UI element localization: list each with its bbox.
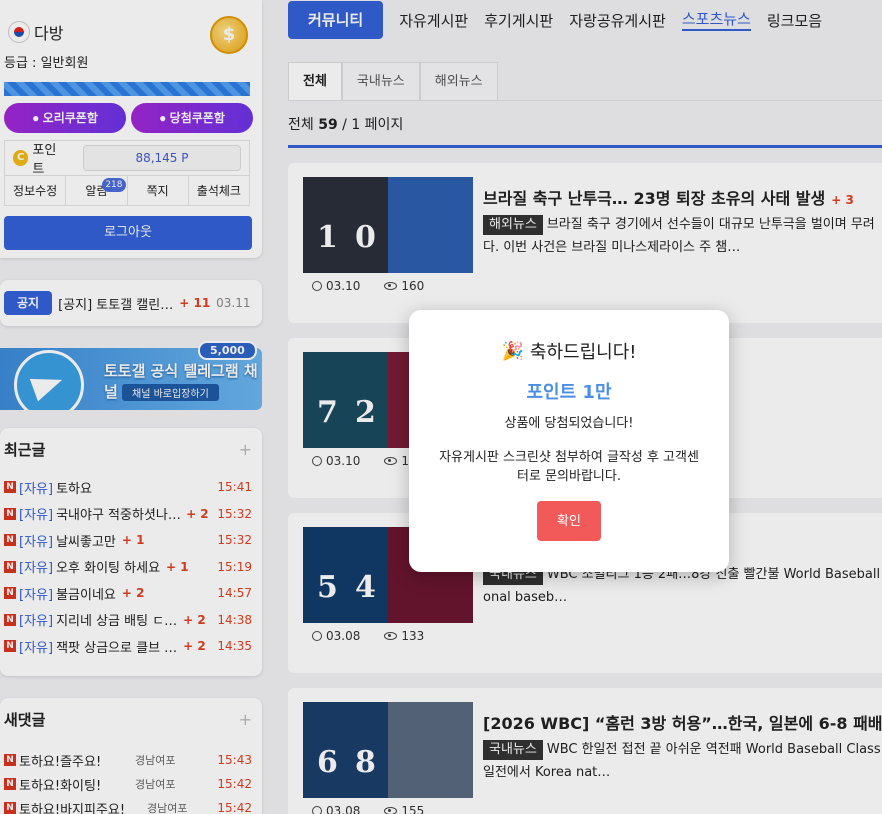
confirm-button[interactable]: 확인 <box>537 501 601 541</box>
prize-modal: 🎉 축하드립니다! 포인트 1만 상품에 당첨되었습니다! 자유게시판 스크린샷… <box>409 310 729 572</box>
modal-prize: 포인트 1만 <box>526 382 612 403</box>
party-popper-icon: 🎉 <box>501 340 524 362</box>
modal-title-text: 축하드립니다! <box>529 342 637 363</box>
modal-title: 🎉 축하드립니다! <box>409 338 729 364</box>
modal-message: 상품에 당첨되었습니다! <box>504 416 634 431</box>
modal-note: 자유게시판 스크린샷 첨부하여 글작성 후 고객센터로 문의바랍니다. <box>439 450 699 484</box>
